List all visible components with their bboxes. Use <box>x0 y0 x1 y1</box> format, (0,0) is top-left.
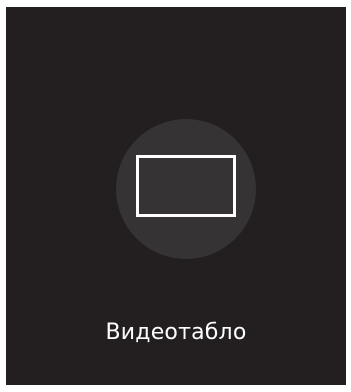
icon-circle <box>116 119 256 259</box>
video-wall-tile[interactable]: Видеотабло <box>6 7 346 385</box>
tile-label: Видеотабло <box>105 320 247 345</box>
video-wall-screen-icon <box>136 155 236 217</box>
